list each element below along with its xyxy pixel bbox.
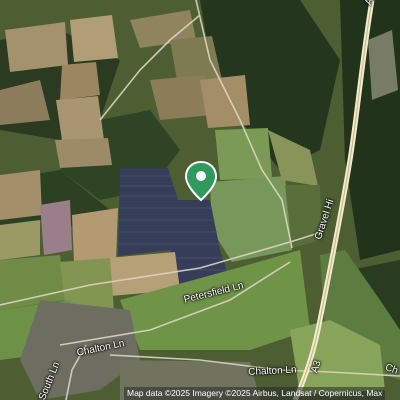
satellite-map[interactable]: A3 Gravel Hi Petersfield Ln Chalton Ln C… — [0, 0, 400, 400]
map-attribution: Map data ©2025 Imagery ©2025 Airbus, Lan… — [124, 387, 386, 400]
map-pin-icon[interactable] — [183, 160, 219, 202]
